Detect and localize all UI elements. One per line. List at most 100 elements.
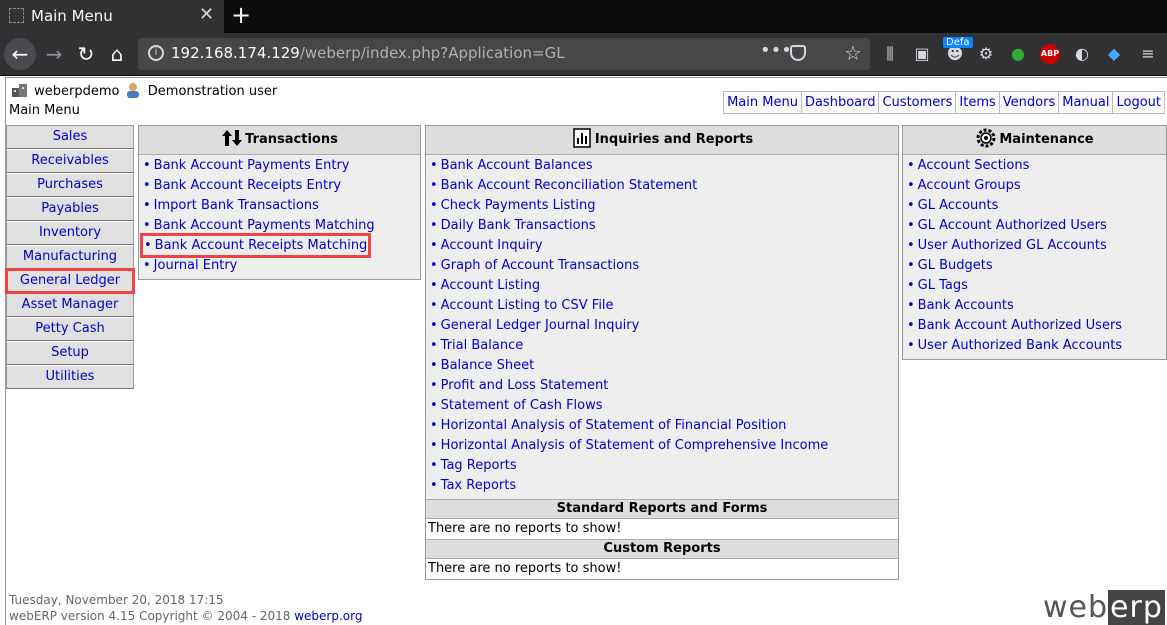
link-tag-reports[interactable]: Tag Reports [441,458,517,473]
module-receivables[interactable]: Receivables [6,149,134,173]
module-setup[interactable]: Setup [6,341,134,365]
gear-icon[interactable]: ⚙ [976,44,996,64]
page-content: weberpdemo Demonstration user Main Menu … [5,77,1167,625]
top-menu-main-menu[interactable]: Main Menu [724,92,802,113]
inquiries-header: Inquiries and Reports [426,126,898,155]
back-arrow-icon[interactable]: ← [4,38,36,70]
link-gl-tags[interactable]: GL Tags [918,278,968,293]
link-cash-flows[interactable]: Statement of Cash Flows [441,398,603,413]
page-actions-icon[interactable]: ••• [760,40,792,61]
url-text[interactable]: 192.168.174.129/weberp/index.php?Applica… [171,44,565,62]
module-petty-cash[interactable]: Petty Cash [6,317,134,341]
link-graph-account-transactions[interactable]: Graph of Account Transactions [441,258,639,273]
weberp-link[interactable]: weberp.org [294,609,362,623]
link-account-inquiry[interactable]: Account Inquiry [441,238,543,253]
top-menu-manual[interactable]: Manual [1059,92,1114,113]
highlight-box: • Bank Account Receipts Matching [140,233,371,258]
link-account-groups[interactable]: Account Groups [918,178,1021,193]
extension-badge: Defa [943,37,973,48]
list-item: • Tax Reports [430,478,517,493]
list-item: • GL Budgets [907,258,993,273]
list-item: • Bank Accounts [907,298,1014,313]
library-icon[interactable]: ⫼ [880,44,900,64]
link-bank-reconciliation-statement[interactable]: Bank Account Reconciliation Statement [441,178,698,193]
pocket-icon[interactable] [790,45,806,61]
transfer-arrows-icon [221,128,243,148]
page-icon [9,8,24,23]
module-general-ledger[interactable]: General Ledger [5,268,135,294]
module-purchases[interactable]: Purchases [6,173,134,197]
close-icon[interactable]: ✕ [199,4,214,25]
link-bank-account-balances[interactable]: Bank Account Balances [441,158,593,173]
link-account-sections[interactable]: Account Sections [918,158,1030,173]
reload-icon[interactable]: ↻ [70,38,102,70]
list-item: • Bank Account Receipts Entry [143,178,342,193]
company-icon [10,82,30,98]
link-bank-accounts[interactable]: Bank Accounts [918,298,1014,313]
top-menu-dashboard[interactable]: Dashboard [801,92,880,113]
link-import-bank-transactions[interactable]: Import Bank Transactions [154,198,319,213]
link-account-listing[interactable]: Account Listing [441,278,540,293]
top-menu-items[interactable]: Items [956,92,1000,113]
top-menu-vendors[interactable]: Vendors [999,92,1060,113]
link-gl-journal-inquiry[interactable]: General Ledger Journal Inquiry [441,318,640,333]
module-manufacturing[interactable]: Manufacturing [6,245,134,269]
browser-tab[interactable]: Main Menu ✕ [0,0,224,33]
bookmark-star-icon[interactable]: ☆ [844,41,862,65]
link-balance-sheet[interactable]: Balance Sheet [441,358,535,373]
sidebar-icon[interactable]: ▣ [912,44,932,64]
link-trial-balance[interactable]: Trial Balance [441,338,524,353]
link-horizontal-financial-position[interactable]: Horizontal Analysis of Statement of Fina… [441,418,787,433]
link-tax-reports[interactable]: Tax Reports [441,478,516,493]
link-bank-account-receipts-entry[interactable]: Bank Account Receipts Entry [154,178,341,193]
diamond-icon[interactable]: ◆ [1104,44,1124,64]
module-asset-manager[interactable]: Asset Manager [6,293,134,317]
list-item: • Account Groups [907,178,1021,193]
info-icon[interactable]: i [148,45,164,61]
link-user-authorized-bank-accounts[interactable]: User Authorized Bank Accounts [918,338,1122,353]
module-payables[interactable]: Payables [6,197,134,221]
new-tab-icon[interactable]: + [231,1,251,29]
extension-green-icon[interactable]: ● [1008,44,1028,64]
address-bar[interactable]: i 192.168.174.129/weberp/index.php?Appli… [138,38,870,70]
list-item: • Account Inquiry [430,238,543,253]
link-bank-account-payments-matching[interactable]: Bank Account Payments Matching [154,218,375,233]
list-item: • GL Tags [907,278,968,293]
forward-arrow-icon[interactable]: → [38,38,70,70]
user-icon [124,82,144,98]
user-realname[interactable]: Demonstration user [148,84,277,99]
list-item: • Statement of Cash Flows [430,398,603,413]
menu-icon[interactable]: ≡ [1138,44,1158,64]
link-bank-account-authorized-users[interactable]: Bank Account Authorized Users [918,318,1122,333]
module-inventory[interactable]: Inventory [6,221,134,245]
top-menu-customers[interactable]: Customers [879,92,957,113]
transactions-panel: Transactions • Bank Account Payments Entr… [138,125,421,280]
link-user-authorized-gl-accounts[interactable]: User Authorized GL Accounts [918,238,1107,253]
link-daily-bank-transactions[interactable]: Daily Bank Transactions [441,218,596,233]
top-menu-logout[interactable]: Logout [1113,92,1164,113]
module-utilities[interactable]: Utilities [6,365,134,389]
link-account-listing-csv[interactable]: Account Listing to CSV File [441,298,614,313]
custom-reports-empty: There are no reports to show! [426,559,898,579]
link-gl-accounts[interactable]: GL Accounts [918,198,999,213]
list-item: • Journal Entry [143,258,238,273]
list-item: • Trial Balance [430,338,524,353]
link-gl-budgets[interactable]: GL Budgets [918,258,993,273]
adblock-icon[interactable]: ABP [1040,44,1060,64]
list-item: • Bank Account Reconciliation Statement [430,178,698,193]
link-gl-account-authorized-users[interactable]: GL Account Authorized Users [918,218,1107,233]
username[interactable]: weberpdemo [34,84,119,99]
module-sales[interactable]: Sales [6,125,134,149]
home-icon[interactable]: ⌂ [101,38,133,70]
link-check-payments-listing[interactable]: Check Payments Listing [441,198,596,213]
browser-tab-bar: Main Menu ✕ + [0,0,1167,33]
link-bank-account-receipts-matching[interactable]: Bank Account Receipts Matching [155,238,368,253]
link-profit-and-loss[interactable]: Profit and Loss Statement [441,378,609,393]
extension-dark-icon[interactable]: ◐ [1072,44,1092,64]
standard-reports-empty: There are no reports to show! [426,519,898,539]
list-item: • User Authorized GL Accounts [907,238,1107,253]
link-horizontal-comprehensive-income[interactable]: Horizontal Analysis of Statement of Comp… [441,438,829,453]
link-bank-account-payments-entry[interactable]: Bank Account Payments Entry [154,158,350,173]
list-item: • GL Account Authorized Users [907,218,1107,233]
link-journal-entry[interactable]: Journal Entry [154,258,238,273]
